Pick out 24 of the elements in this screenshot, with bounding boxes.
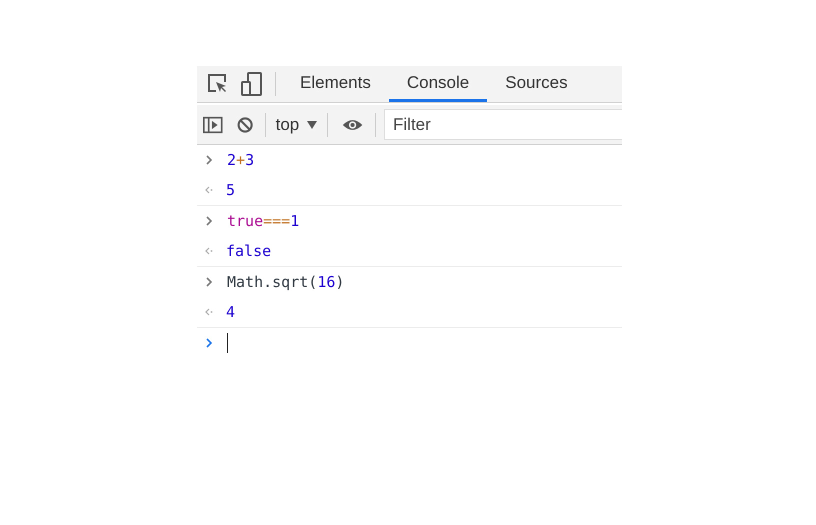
devtools-tab[interactable]: Sources bbox=[487, 66, 586, 102]
context-dropdown[interactable]: top bbox=[266, 112, 328, 138]
prompt-icon bbox=[205, 155, 213, 165]
inspect-icon[interactable] bbox=[207, 73, 229, 95]
command-text: true===1 bbox=[227, 210, 300, 232]
result-arrow-icon bbox=[204, 185, 214, 195]
devtools-tab[interactable]: Console bbox=[388, 66, 488, 102]
result-text: 4 bbox=[226, 302, 236, 323]
result-text: 5 bbox=[226, 180, 236, 201]
sidebar-toggle-icon[interactable] bbox=[203, 114, 223, 134]
text-cursor bbox=[227, 333, 228, 353]
command-text: 2+3 bbox=[227, 150, 254, 171]
result-arrow-icon bbox=[204, 307, 214, 317]
devtools-tab[interactable]: Elements bbox=[282, 66, 389, 102]
clear-icon[interactable] bbox=[236, 114, 253, 134]
command-text: Math.sqrt(16) bbox=[227, 272, 344, 293]
result-text: false bbox=[226, 240, 272, 262]
prompt-icon bbox=[205, 338, 213, 348]
device-icon[interactable] bbox=[241, 72, 263, 96]
prompt-icon bbox=[205, 216, 213, 226]
prompt-icon bbox=[205, 277, 213, 287]
caret-icon bbox=[307, 120, 318, 128]
filter-field[interactable]: Filter bbox=[384, 109, 622, 140]
result-arrow-icon bbox=[204, 246, 214, 256]
